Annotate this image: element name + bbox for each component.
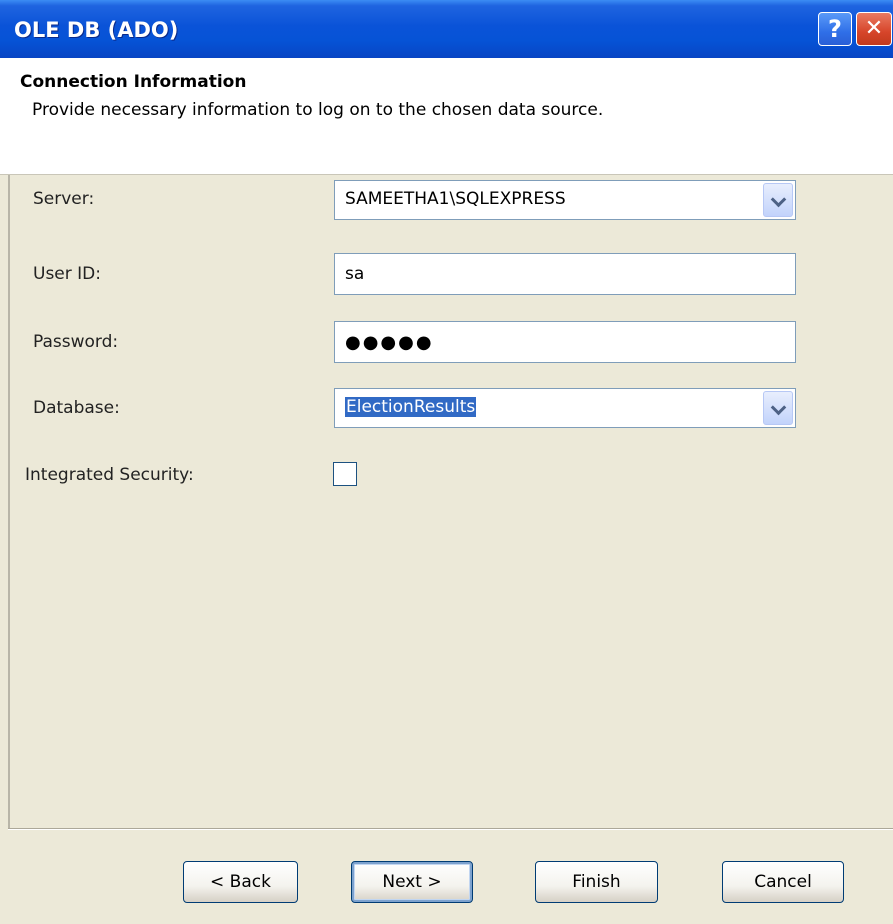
close-button[interactable]: ✕ [856,12,892,46]
server-combobox[interactable]: SAMEETHA1\SQLEXPRESS [334,180,796,220]
header-title: Connection Information [20,72,247,92]
server-value: SAMEETHA1\SQLEXPRESS [345,189,566,209]
footer-divider [8,828,893,830]
help-button[interactable]: ? [818,12,852,46]
window-title: OLE DB (ADO) [14,18,179,42]
title-bar[interactable]: OLE DB (ADO) ? ✕ [0,0,893,58]
next-button[interactable]: Next > [351,861,473,903]
header-subtitle: Provide necessary information to log on … [32,100,604,120]
wizard-header: Connection Information Provide necessary… [0,58,893,175]
user-id-input[interactable]: sa [334,253,796,295]
database-combobox[interactable]: ElectionResults [334,388,796,428]
database-value: ElectionResults [345,397,477,417]
integrated-security-checkbox[interactable] [333,462,357,486]
password-label: Password: [33,332,119,352]
cancel-button[interactable]: Cancel [722,861,844,903]
database-label: Database: [33,398,120,418]
finish-button[interactable]: Finish [535,861,658,903]
integrated-security-label: Integrated Security: [25,465,194,485]
chevron-down-icon[interactable] [763,391,793,425]
chevron-down-icon[interactable] [763,183,793,217]
password-value: ●●●●● [345,332,434,353]
server-label: Server: [33,189,95,209]
user-id-value: sa [345,264,365,284]
back-button[interactable]: < Back [183,861,298,903]
password-input[interactable]: ●●●●● [334,321,796,363]
user-id-label: User ID: [33,264,101,284]
close-icon: ✕ [864,16,884,41]
help-icon: ? [828,15,842,43]
